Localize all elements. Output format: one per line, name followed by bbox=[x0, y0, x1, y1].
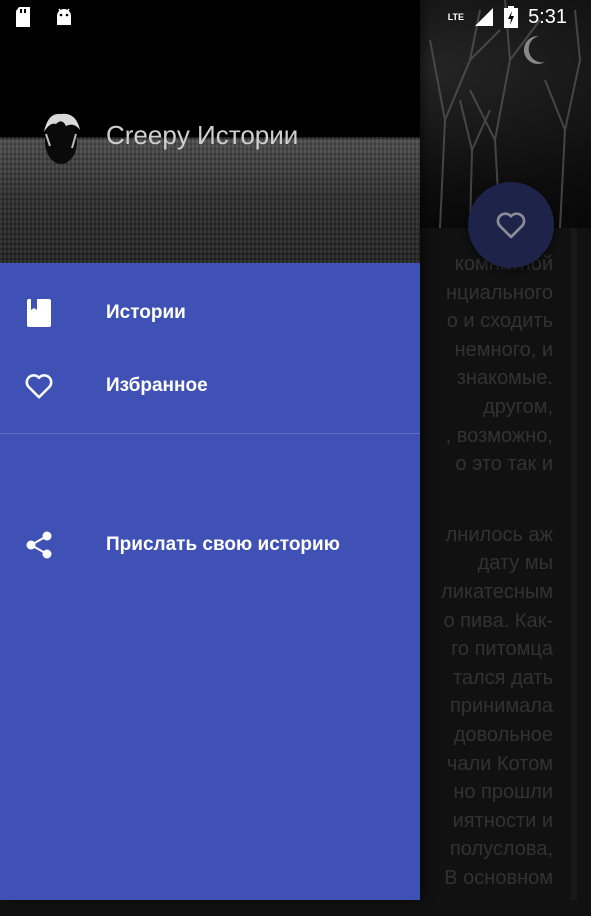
menu-item-label: Истории bbox=[106, 302, 186, 323]
share-icon bbox=[24, 530, 54, 560]
app-name: Creepy Истории bbox=[106, 120, 299, 150]
heart-outline-icon bbox=[24, 371, 54, 401]
status-bar: LTE 5:31 bbox=[0, 0, 591, 34]
android-icon bbox=[57, 8, 71, 25]
book-icon bbox=[24, 298, 54, 328]
navigation-drawer: Creepy Истории Истории Избранное Прислат… bbox=[0, 0, 420, 900]
signal-icon bbox=[475, 8, 494, 26]
app-logo-avatar bbox=[44, 113, 80, 164]
menu-divider bbox=[0, 433, 420, 434]
sd-card-icon bbox=[16, 7, 30, 27]
menu-item-stories[interactable]: Истории bbox=[0, 285, 420, 341]
clock: 5:31 bbox=[528, 5, 567, 28]
menu-item-label: Избранное bbox=[106, 375, 208, 396]
menu-item-label: Прислать свою историю bbox=[106, 534, 340, 555]
menu-item-submit-story[interactable]: Прислать свою историю bbox=[0, 517, 420, 573]
drawer-scrim[interactable] bbox=[420, 0, 591, 900]
menu-item-favorites[interactable]: Избранное bbox=[0, 358, 420, 414]
network-type: LTE bbox=[447, 12, 465, 22]
battery-charging-icon bbox=[504, 6, 519, 28]
drawer-header: Creepy Истории bbox=[0, 0, 420, 263]
